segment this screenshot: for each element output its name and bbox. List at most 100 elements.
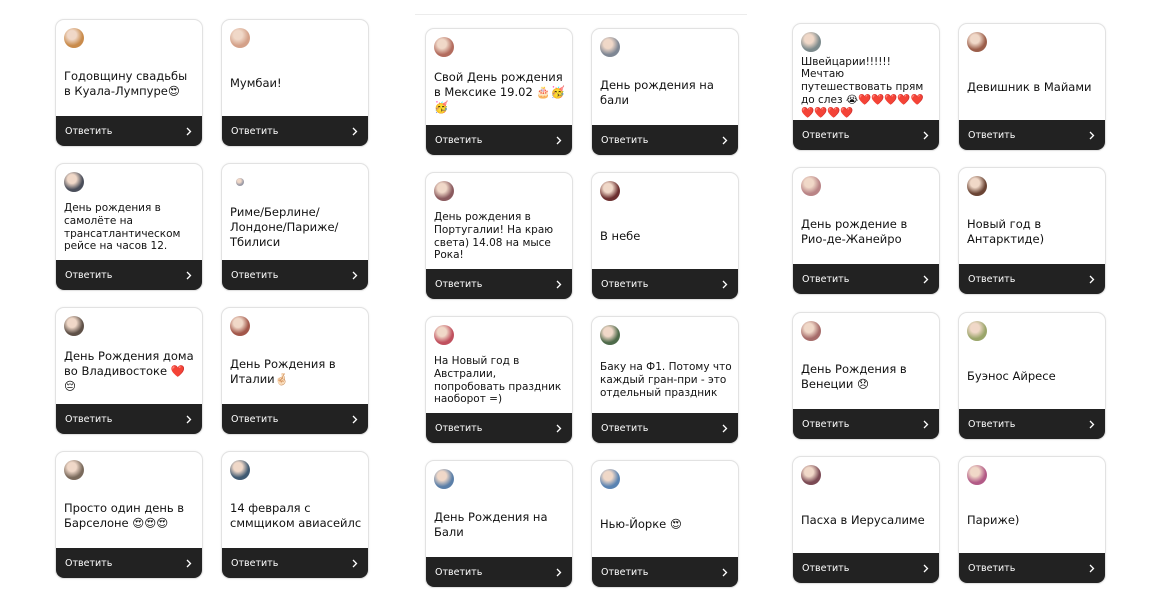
reply-button[interactable]: Ответить <box>793 553 939 583</box>
reply-button[interactable]: Ответить <box>56 116 202 146</box>
reply-button[interactable]: Ответить <box>426 269 572 299</box>
message-text: Новый год в Антарктиде) <box>967 216 1045 246</box>
avatar[interactable] <box>600 37 620 57</box>
reply-button[interactable]: Ответить <box>56 404 202 434</box>
message-text: Нью-Йорке 😍 <box>600 517 682 532</box>
reply-button[interactable]: Ответить <box>959 264 1105 294</box>
message-text: Баку на Ф1. Потому что каждый гран-при -… <box>600 361 732 399</box>
avatar[interactable] <box>64 460 84 480</box>
avatar[interactable] <box>600 325 620 345</box>
avatar[interactable] <box>600 469 620 489</box>
message-text-container: Баку на Ф1. Потому что каждый гран-при -… <box>600 349 732 412</box>
chevron-right-icon <box>185 558 193 568</box>
reply-card: День рождения в самолёте на трансатланти… <box>55 163 203 291</box>
message-text: День рождения в Португалии! На краю свет… <box>434 210 554 262</box>
reply-button-label: Ответить <box>968 418 1016 430</box>
reply-button[interactable]: Ответить <box>222 260 368 290</box>
reply-button-label: Ответить <box>802 562 850 574</box>
message-text: День рождения на бали <box>600 77 714 107</box>
message-text-container: День рождения в самолёте на трансатланти… <box>64 196 196 259</box>
reply-button[interactable]: Ответить <box>959 409 1105 439</box>
chevron-right-icon <box>922 563 930 573</box>
reply-button[interactable]: Ответить <box>592 557 738 587</box>
reply-button[interactable]: Ответить <box>426 557 572 587</box>
message-text: День рождения в самолёте на трансатланти… <box>64 201 181 253</box>
reply-button-label: Ответить <box>435 566 483 578</box>
message-text-container: Буэнос Айресе <box>967 345 1099 408</box>
message-text-container: В небе <box>600 205 732 268</box>
chevron-right-icon <box>351 558 359 568</box>
avatar[interactable] <box>967 465 987 485</box>
reply-button[interactable]: Ответить <box>592 413 738 443</box>
reply-button[interactable]: Ответить <box>793 409 939 439</box>
reply-button[interactable]: Ответить <box>222 404 368 434</box>
message-text-container: Просто один день в Барселоне 😍😍😍 <box>64 484 196 547</box>
message-text: День Рождения в Италии🤞🏻 <box>230 356 336 386</box>
avatar[interactable] <box>236 178 244 186</box>
reply-button-label: Ответить <box>968 562 1016 574</box>
avatar[interactable] <box>801 32 821 52</box>
reply-card: Новый год в Антарктиде) Ответить <box>958 167 1106 295</box>
chevron-right-icon <box>555 135 563 145</box>
chevron-right-icon <box>1088 419 1096 429</box>
avatar[interactable] <box>64 28 84 48</box>
reply-button[interactable]: Ответить <box>959 120 1105 150</box>
avatar[interactable] <box>801 465 821 485</box>
avatar[interactable] <box>967 176 987 196</box>
avatar[interactable] <box>230 28 250 48</box>
reply-button-label: Ответить <box>231 557 279 569</box>
message-text: В небе <box>600 229 641 244</box>
message-text: Париже) <box>967 513 1020 528</box>
message-text: Мумбаи! <box>230 76 282 91</box>
avatar[interactable] <box>434 469 454 489</box>
reply-card: День рождения в Португалии! На краю свет… <box>425 172 573 300</box>
reply-button[interactable]: Ответить <box>426 413 572 443</box>
reply-button[interactable]: Ответить <box>426 125 572 155</box>
chevron-right-icon <box>351 270 359 280</box>
reply-button[interactable]: Ответить <box>222 116 368 146</box>
message-text: Буэнос Айресе <box>967 369 1056 384</box>
message-text: День Рождения на Бали <box>434 509 548 539</box>
chevron-right-icon <box>922 130 930 140</box>
avatar[interactable] <box>801 321 821 341</box>
reply-button-label: Ответить <box>968 273 1016 285</box>
message-text-container: На Новый год в Австралии, попробовать пр… <box>434 349 566 412</box>
reply-card: Париже) Ответить <box>958 456 1106 584</box>
message-text-container: День Рождения в Италии🤞🏻 <box>230 340 362 403</box>
chevron-right-icon <box>555 279 563 289</box>
avatar[interactable] <box>434 37 454 57</box>
avatar[interactable] <box>230 460 250 480</box>
chevron-right-icon <box>555 423 563 433</box>
avatar[interactable] <box>230 316 250 336</box>
message-text: Годовщину свадьбы в Куала-Лумпуре😍 <box>64 68 188 98</box>
message-text-container: День рождения в Португалии! На краю свет… <box>434 205 566 268</box>
chevron-right-icon <box>922 419 930 429</box>
reply-button[interactable]: Ответить <box>793 264 939 294</box>
reply-card: День рождения на бали Ответить <box>591 28 739 156</box>
reply-button-label: Ответить <box>65 269 113 281</box>
avatar[interactable] <box>600 181 620 201</box>
reply-button[interactable]: Ответить <box>222 548 368 578</box>
reply-button[interactable]: Ответить <box>959 553 1105 583</box>
reply-button-label: Ответить <box>601 422 649 434</box>
avatar[interactable] <box>434 181 454 201</box>
avatar[interactable] <box>967 32 987 52</box>
avatar[interactable] <box>64 316 84 336</box>
reply-button[interactable]: Ответить <box>56 260 202 290</box>
reply-button[interactable]: Ответить <box>56 548 202 578</box>
message-text: Риме/Берлине/ Лондоне/Париже/ Тбилиси <box>230 205 339 249</box>
reply-button[interactable]: Ответить <box>592 269 738 299</box>
avatar[interactable] <box>801 176 821 196</box>
avatar[interactable] <box>434 325 454 345</box>
reply-card: Пасха в Иерусалиме Ответить <box>792 456 940 584</box>
reply-button[interactable]: Ответить <box>793 120 939 150</box>
avatar[interactable] <box>967 321 987 341</box>
divider <box>415 14 747 15</box>
reply-button[interactable]: Ответить <box>592 125 738 155</box>
chevron-right-icon <box>721 423 729 433</box>
reply-card: День Рождения дома во Владивостоке ❤️😔 От… <box>55 307 203 435</box>
avatar[interactable] <box>64 172 84 192</box>
reply-card: День рождение в Рио-де-Жанейро Ответить <box>792 167 940 295</box>
chevron-right-icon <box>1088 563 1096 573</box>
message-text-container: День рождение в Рио-де-Жанейро <box>801 200 933 263</box>
